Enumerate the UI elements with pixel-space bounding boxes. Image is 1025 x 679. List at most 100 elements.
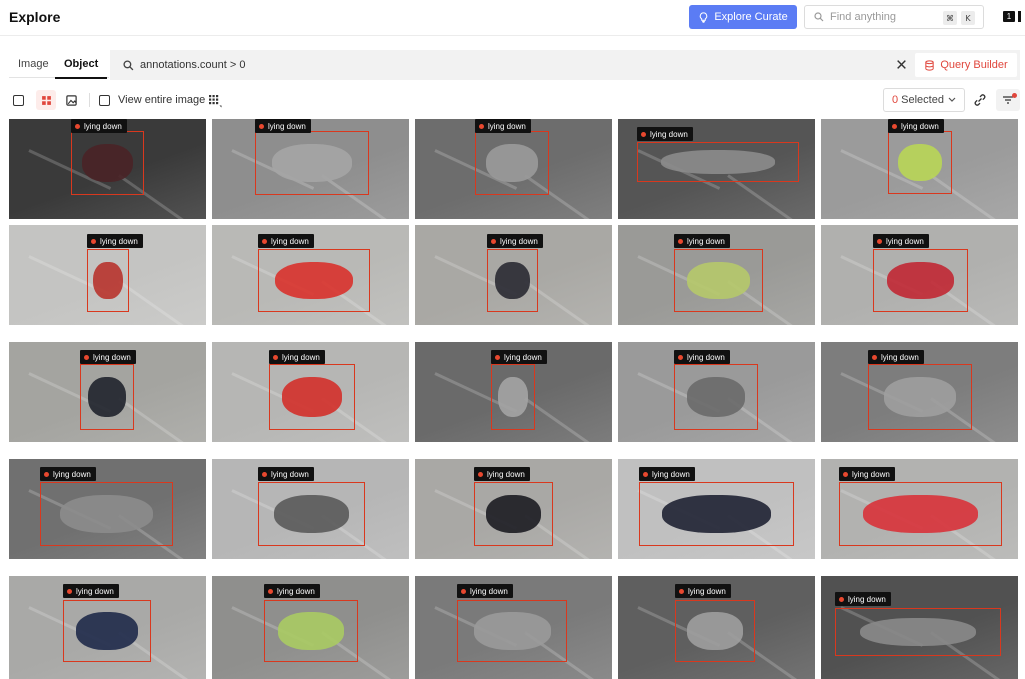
class-color-dot	[643, 471, 648, 477]
annotation-label-tag: lying down	[674, 234, 730, 248]
bounding-box[interactable]	[835, 608, 1001, 656]
close-icon[interactable]	[896, 59, 907, 70]
query-text[interactable]: annotations.count > 0	[140, 59, 246, 71]
bounding-box[interactable]	[80, 364, 134, 430]
object-thumbnail[interactable]: lying down	[212, 342, 409, 442]
annotation-label-text: lying down	[53, 469, 91, 479]
background-texture	[524, 397, 600, 442]
annotation-label-text: lying down	[268, 121, 306, 131]
database-icon	[925, 59, 935, 71]
bounding-box[interactable]	[474, 482, 553, 546]
bounding-box[interactable]	[487, 249, 538, 312]
bounding-box[interactable]	[457, 600, 567, 662]
class-color-dot	[678, 238, 683, 244]
image-view-button[interactable]	[61, 90, 81, 110]
background-texture	[118, 280, 194, 325]
object-thumbnail[interactable]: lying down	[821, 119, 1018, 219]
object-thumbnail[interactable]: lying down	[9, 459, 206, 559]
object-thumbnail[interactable]: lying down	[618, 576, 815, 679]
object-thumbnail[interactable]: lying down	[212, 119, 409, 219]
class-color-dot	[843, 471, 848, 477]
object-thumbnail[interactable]: lying down	[618, 459, 815, 559]
bounding-box[interactable]	[868, 364, 972, 430]
page-title: Explore	[9, 9, 61, 25]
explore-curate-label: Explore Curate	[714, 11, 788, 23]
annotation-label-text: lying down	[687, 236, 725, 246]
link-icon[interactable]	[972, 92, 988, 108]
grid-density-icon[interactable]	[208, 94, 222, 108]
object-thumbnail[interactable]: lying down	[212, 225, 409, 325]
bounding-box[interactable]	[87, 249, 129, 312]
query-bar[interactable]: annotations.count > 0 Query Builder	[110, 50, 1020, 80]
object-thumbnail[interactable]: lying down	[9, 342, 206, 442]
bounding-box[interactable]	[258, 482, 365, 546]
object-thumbnail[interactable]: lying down	[415, 459, 612, 559]
object-thumbnail[interactable]: lying down	[821, 459, 1018, 559]
bounding-box[interactable]	[675, 600, 755, 662]
bounding-box[interactable]	[71, 131, 144, 195]
class-color-dot	[877, 238, 882, 244]
object-thumbnail[interactable]: lying down	[9, 225, 206, 325]
bounding-box[interactable]	[269, 364, 355, 430]
bounding-box[interactable]	[639, 482, 794, 546]
object-thumbnail[interactable]: lying down	[618, 225, 815, 325]
filter-button[interactable]	[996, 89, 1020, 111]
object-thumbnail[interactable]: lying down	[9, 119, 206, 219]
object-thumbnail[interactable]: lying down	[415, 225, 612, 325]
object-thumbnail[interactable]: lying down	[415, 119, 612, 219]
object-thumbnail[interactable]: lying down	[618, 342, 815, 442]
annotation-label-tag: lying down	[40, 467, 96, 481]
annotation-label-text: lying down	[652, 469, 690, 479]
annotation-label-text: lying down	[271, 469, 309, 479]
class-color-dot	[479, 123, 484, 129]
global-search-input[interactable]: Find anything ⌘ K	[804, 5, 984, 29]
grid-view-button[interactable]	[36, 90, 56, 110]
view-entire-image-checkbox[interactable]	[99, 95, 110, 106]
object-thumbnail[interactable]: lying down	[821, 576, 1018, 679]
search-placeholder: Find anything	[830, 11, 897, 23]
bounding-box[interactable]	[258, 249, 370, 312]
grid-icon	[41, 95, 51, 105]
selected-dropdown[interactable]: 0 Selected	[883, 88, 965, 112]
annotation-label-text: lying down	[504, 352, 542, 362]
bounding-box[interactable]	[888, 131, 952, 194]
bounding-box[interactable]	[255, 131, 369, 195]
annotation-label-tag: lying down	[264, 584, 320, 598]
bounding-box[interactable]	[674, 364, 758, 430]
tab-object[interactable]: Object	[55, 58, 108, 79]
explore-curate-button[interactable]: Explore Curate	[689, 5, 797, 29]
bounding-box[interactable]	[63, 600, 151, 662]
bounding-box[interactable]	[40, 482, 173, 546]
annotation-label-text: lying down	[282, 352, 320, 362]
query-builder-button[interactable]: Query Builder	[915, 53, 1017, 77]
toolbar-divider	[89, 93, 90, 107]
filter-active-dot	[1012, 93, 1017, 98]
annotation-label-text: lying down	[650, 129, 688, 139]
annotation-label-tag: lying down	[71, 119, 127, 133]
bounding-box[interactable]	[475, 131, 549, 195]
notification-icon[interactable]: 1	[1003, 11, 1015, 22]
object-thumbnail[interactable]: lying down	[415, 576, 612, 679]
select-all-checkbox[interactable]	[13, 95, 24, 106]
annotation-label-text: lying down	[271, 236, 309, 246]
bounding-box[interactable]	[264, 600, 358, 662]
class-color-dot	[679, 588, 684, 594]
bounding-box[interactable]	[491, 364, 535, 430]
annotation-label-text: lying down	[687, 352, 725, 362]
tab-image[interactable]: Image	[18, 58, 49, 77]
object-thumbnail[interactable]: lying down	[618, 119, 815, 219]
annotation-label-tag: lying down	[873, 234, 929, 248]
bounding-box[interactable]	[674, 249, 763, 312]
object-thumbnail[interactable]: lying down	[212, 576, 409, 679]
bounding-box[interactable]	[637, 142, 799, 182]
menu-edge-icon[interactable]	[1018, 11, 1021, 22]
class-color-dot	[262, 471, 267, 477]
bounding-box[interactable]	[873, 249, 968, 312]
bounding-box[interactable]	[839, 482, 1002, 546]
object-thumbnail[interactable]: lying down	[821, 225, 1018, 325]
object-thumbnail[interactable]: lying down	[415, 342, 612, 442]
annotation-label-tag: lying down	[63, 584, 119, 598]
object-thumbnail[interactable]: lying down	[212, 459, 409, 559]
object-thumbnail[interactable]: lying down	[821, 342, 1018, 442]
object-thumbnail[interactable]: lying down	[9, 576, 206, 679]
